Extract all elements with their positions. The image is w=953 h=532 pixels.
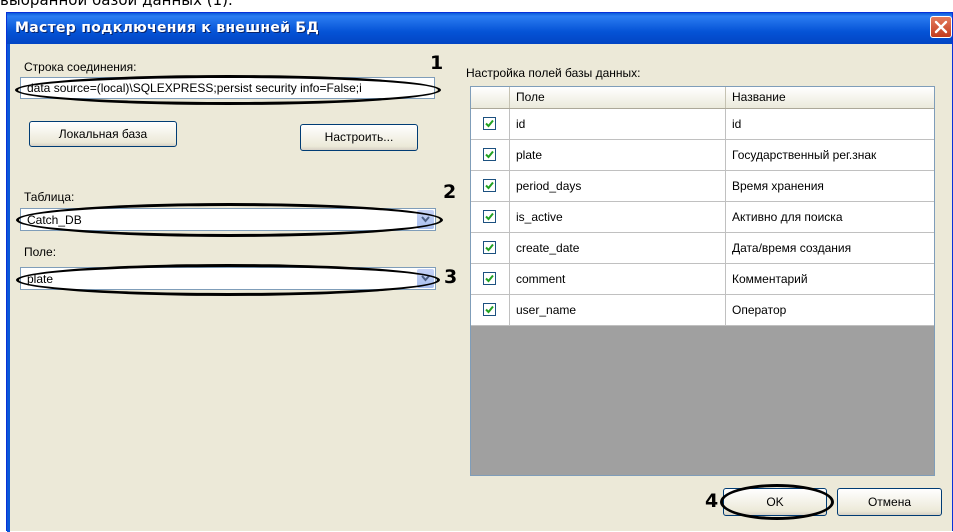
fields-grid[interactable]: Поле Название id id plate Государственный р…	[470, 86, 935, 476]
checkmark-icon	[485, 305, 494, 314]
callout-ellipse-4	[720, 484, 834, 520]
connection-string-label: Строка соединения:	[24, 60, 137, 74]
configure-button[interactable]: Настроить...	[300, 124, 418, 151]
callout-ellipse-2	[16, 203, 443, 237]
row-field-cell: is_active	[510, 202, 726, 232]
row-check-cell[interactable]	[471, 295, 510, 325]
callout-number-3: 3	[444, 266, 458, 288]
row-name-cell[interactable]: Время хранения	[726, 171, 934, 201]
row-check-cell[interactable]	[471, 140, 510, 170]
row-checkbox[interactable]	[483, 272, 496, 285]
row-check-cell[interactable]	[471, 202, 510, 232]
callout-ellipse-1	[15, 75, 441, 105]
row-checkbox[interactable]	[483, 210, 496, 223]
table-row[interactable]: create_date Дата/время создания	[471, 233, 934, 264]
checkmark-icon	[485, 243, 494, 252]
row-name-cell[interactable]: Комментарий	[726, 264, 934, 294]
field-label: Поле:	[24, 245, 57, 259]
window-frame-left	[7, 44, 10, 532]
row-name-cell[interactable]: Оператор	[726, 295, 934, 325]
fields-grid-label: Настройка полей базы данных:	[466, 66, 641, 80]
row-checkbox[interactable]	[483, 303, 496, 316]
row-name-cell[interactable]: Дата/время создания	[726, 233, 934, 263]
row-check-cell[interactable]	[471, 171, 510, 201]
row-name-cell[interactable]: Государственный рег.знак	[726, 140, 934, 170]
table-row[interactable]: period_days Время хранения	[471, 171, 934, 202]
window-title: Мастер подключения к внешней БД	[15, 20, 320, 36]
table-row[interactable]: id id	[471, 109, 934, 140]
row-field-cell: comment	[510, 264, 726, 294]
close-button[interactable]	[930, 16, 952, 38]
row-checkbox[interactable]	[483, 148, 496, 161]
table-row[interactable]: is_active Активно для поиска	[471, 202, 934, 233]
grid-header-check	[471, 87, 510, 108]
row-field-cell: period_days	[510, 171, 726, 201]
row-field-cell: plate	[510, 140, 726, 170]
checkmark-icon	[485, 212, 494, 221]
row-checkbox[interactable]	[483, 241, 496, 254]
checkmark-icon	[485, 274, 494, 283]
row-name-cell[interactable]: Активно для поиска	[726, 202, 934, 232]
title-bar[interactable]: Мастер подключения к внешней БД	[7, 13, 952, 44]
caption-fragment: выбранной базой данных (1).	[0, 0, 233, 9]
grid-header: Поле Название	[471, 87, 934, 109]
callout-number-4: 4	[705, 490, 719, 512]
row-check-cell[interactable]	[471, 109, 510, 139]
close-icon	[934, 20, 948, 34]
table-row[interactable]: user_name Оператор	[471, 295, 934, 326]
row-field-cell: create_date	[510, 233, 726, 263]
callout-number-1: 1	[430, 52, 444, 74]
checkmark-icon	[485, 119, 494, 128]
row-check-cell[interactable]	[471, 233, 510, 263]
row-name-cell[interactable]: id	[726, 109, 934, 139]
grid-header-field[interactable]: Поле	[510, 87, 726, 108]
checkmark-icon	[485, 181, 494, 190]
row-checkbox[interactable]	[483, 179, 496, 192]
row-field-cell: user_name	[510, 295, 726, 325]
row-checkbox[interactable]	[483, 117, 496, 130]
row-field-cell: id	[510, 109, 726, 139]
cancel-button[interactable]: Отмена	[837, 488, 942, 516]
table-row[interactable]: plate Государственный рег.знак	[471, 140, 934, 171]
local-database-button[interactable]: Локальная база	[29, 121, 177, 147]
callout-number-2: 2	[443, 181, 457, 203]
callout-ellipse-3	[16, 264, 440, 296]
checkmark-icon	[485, 150, 494, 159]
grid-header-name[interactable]: Название	[726, 87, 934, 108]
row-check-cell[interactable]	[471, 264, 510, 294]
table-label: Таблица:	[24, 190, 75, 204]
table-row[interactable]: comment Комментарий	[471, 264, 934, 295]
